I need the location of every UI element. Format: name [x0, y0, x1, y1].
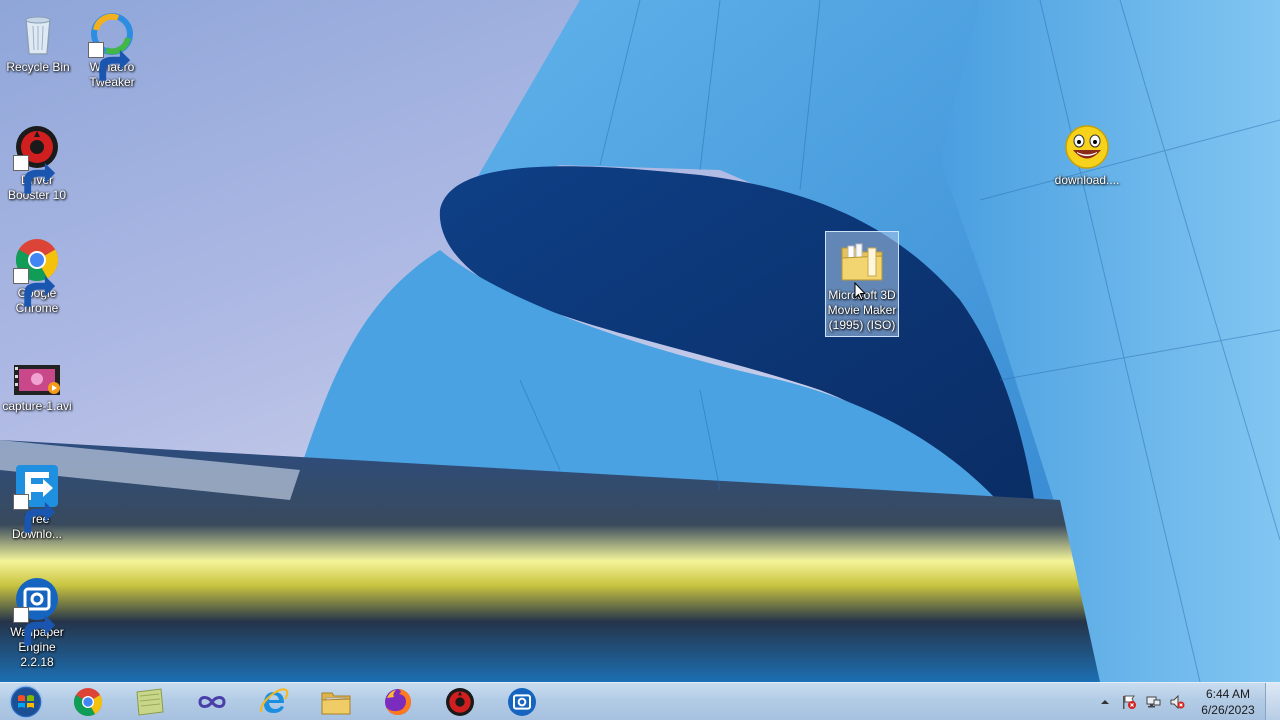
- taskbar-file-explorer-button[interactable]: [308, 684, 364, 720]
- chrome-icon: [13, 236, 61, 307]
- desktop-icon-label: capture-1.avi: [2, 399, 72, 413]
- folder-icon: [838, 238, 886, 286]
- desktop-icon-driver-booster[interactable]: Driver Booster 10: [0, 117, 74, 206]
- volume-muted-icon[interactable]: [1165, 690, 1189, 714]
- action-center-flag-icon[interactable]: [1117, 690, 1141, 714]
- firefox-icon: [385, 689, 411, 715]
- infinity-icon: [198, 696, 226, 708]
- wallpaper-engine-icon: [13, 575, 61, 646]
- taskbar-internet-explorer-button[interactable]: [246, 684, 302, 720]
- mouse-cursor-icon: [854, 282, 866, 301]
- shortcut-arrow-icon: [88, 42, 131, 81]
- desktop-icon-label: download....: [1054, 173, 1120, 187]
- taskbar-sticky-notes-button[interactable]: [122, 684, 178, 720]
- wallpaper-engine-icon: [508, 688, 536, 716]
- desktop-icon-google-chrome[interactable]: Google Chrome: [0, 230, 74, 319]
- taskbar-chrome-button[interactable]: [60, 684, 116, 720]
- video-file-icon: [13, 361, 61, 397]
- show-desktop-button[interactable]: [1265, 683, 1280, 720]
- shortcut-arrow-icon: [13, 268, 56, 307]
- recycle-bin-icon: [14, 10, 62, 58]
- wallpaper-image: [0, 0, 1280, 682]
- desktop-icon-winaero-tweaker[interactable]: Winaero Tweaker: [75, 4, 149, 93]
- taskbar: 6:44 AM 6/26/2023: [0, 682, 1280, 720]
- clock[interactable]: 6:44 AM 6/26/2023: [1195, 686, 1261, 718]
- clock-time: 6:44 AM: [1205, 686, 1251, 701]
- driver-booster-icon: [13, 123, 61, 194]
- desktop-icon-capture-avi[interactable]: capture-1.avi: [0, 355, 74, 417]
- start-button[interactable]: [3, 684, 49, 720]
- system-tray: 6:44 AM 6/26/2023: [1093, 683, 1280, 720]
- chevron-up-icon[interactable]: [1093, 690, 1117, 714]
- network-icon[interactable]: [1141, 690, 1165, 714]
- taskbar-firefox-button[interactable]: [370, 684, 426, 720]
- chrome-icon: [73, 688, 103, 717]
- taskbar-winaero-button[interactable]: [184, 684, 240, 720]
- file-explorer-icon: [321, 692, 351, 715]
- desktop-icon-recycle-bin[interactable]: Recycle Bin: [1, 4, 75, 78]
- desktop[interactable]: Recycle Bin Winaero Tweaker Driver Boost…: [0, 0, 1280, 682]
- desktop-icon-free-download-manager[interactable]: Free Downlo...: [0, 456, 74, 545]
- windows-orb-icon: [9, 685, 43, 719]
- shortcut-arrow-icon: [13, 155, 56, 194]
- shortcut-arrow-icon: [13, 607, 56, 646]
- winaero-tweaker-icon: [88, 10, 136, 81]
- desktop-icon-download-image[interactable]: download....: [1049, 117, 1125, 191]
- free-download-manager-icon: [13, 462, 61, 533]
- internet-explorer-icon: [259, 688, 289, 713]
- clock-date: 6/26/2023: [1201, 702, 1255, 717]
- notes-icon: [136, 688, 164, 716]
- desktop-icon-wallpaper-engine[interactable]: Wallpaper Engine 2.2.18: [0, 569, 74, 673]
- taskbar-driver-booster-button[interactable]: [432, 684, 488, 720]
- driver-booster-icon: [446, 688, 474, 716]
- smiley-image-icon: [1063, 123, 1111, 171]
- taskbar-wallpaper-engine-button[interactable]: [494, 684, 550, 720]
- desktop-icon-label: Recycle Bin: [6, 60, 70, 74]
- shortcut-arrow-icon: [13, 494, 56, 533]
